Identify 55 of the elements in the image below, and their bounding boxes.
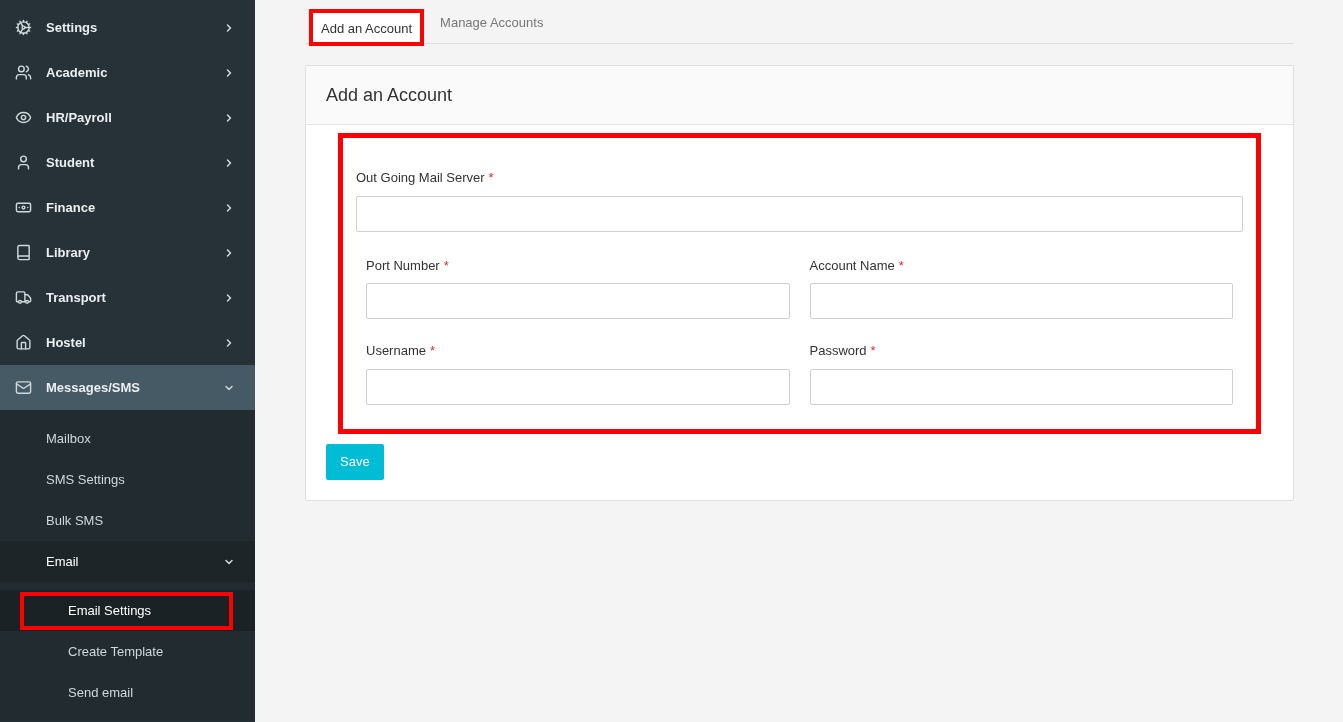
submenu-label: Email xyxy=(46,552,80,571)
tab[interactable]: Manage Accounts xyxy=(428,3,556,43)
truck-icon xyxy=(15,289,32,306)
submenu-item[interactable]: Create Template xyxy=(20,632,233,671)
sidebar-label: Library xyxy=(46,243,92,262)
sidebar-label: Academic xyxy=(46,63,109,82)
submenu-label: Mailbox xyxy=(46,429,92,448)
people-icon xyxy=(15,64,32,81)
sidebar-item[interactable]: Hostel xyxy=(0,320,255,365)
sidebar-item[interactable]: HR/Payroll xyxy=(0,95,255,140)
required-mark: * xyxy=(429,342,436,360)
house-icon xyxy=(15,334,32,351)
required-mark: * xyxy=(443,256,449,275)
panel-title: Add an Account xyxy=(326,83,453,107)
submenu-item[interactable]: Email xyxy=(0,541,255,582)
sidebar-label: Transport xyxy=(46,288,107,307)
sidebar-label: Student xyxy=(46,153,96,172)
input-field[interactable] xyxy=(366,368,790,405)
required-mark: * xyxy=(488,169,494,187)
required-mark: * xyxy=(870,342,876,360)
submenu-item[interactable]: Bulk SMS xyxy=(0,500,255,541)
sidebar-item[interactable]: Transport xyxy=(0,275,255,320)
sidebar-item[interactable]: Student xyxy=(0,140,255,185)
required-mark: * xyxy=(898,256,904,275)
input-field[interactable] xyxy=(356,195,1243,232)
person-icon xyxy=(15,154,32,171)
sidebar-label: Hostel xyxy=(46,333,87,352)
input-field[interactable] xyxy=(809,368,1233,405)
sidebar-item[interactable]: Messages/SMS xyxy=(0,365,255,410)
field-label: Port Number xyxy=(366,256,440,275)
eye-icon xyxy=(15,109,32,126)
sidebar-label: Messages/SMS xyxy=(46,378,141,397)
field-label: Out Going Mail Server xyxy=(356,169,485,187)
sidebar-item[interactable]: Academic xyxy=(0,50,255,95)
submenu-item[interactable]: Mailbox xyxy=(0,418,255,459)
tab[interactable]: Add an Account xyxy=(309,9,425,46)
field-label: Password xyxy=(809,342,867,360)
submenu-label: Bulk SMS xyxy=(46,511,105,530)
sidebar-item[interactable]: Finance xyxy=(0,185,255,230)
field-label: Account Name xyxy=(809,256,895,275)
sidebar-label: Finance xyxy=(46,198,97,217)
gear-icon xyxy=(15,19,32,36)
sidebar-item[interactable]: Settings xyxy=(0,5,255,50)
sidebar-label: Settings xyxy=(46,18,99,37)
sidebar-label: HR/Payroll xyxy=(46,108,113,127)
book-icon xyxy=(15,244,32,261)
envelope-icon xyxy=(15,379,32,396)
submenu-item[interactable]: Send email xyxy=(20,673,233,712)
submenu-item[interactable]: SMS Settings xyxy=(0,459,255,500)
sidebar-item[interactable]: Library xyxy=(0,230,255,275)
submenu-item[interactable]: Email Settings xyxy=(20,591,233,630)
input-field[interactable] xyxy=(366,283,790,319)
input-field[interactable] xyxy=(809,283,1233,319)
field-label: Username xyxy=(366,342,426,360)
submenu-label: SMS Settings xyxy=(46,470,126,489)
